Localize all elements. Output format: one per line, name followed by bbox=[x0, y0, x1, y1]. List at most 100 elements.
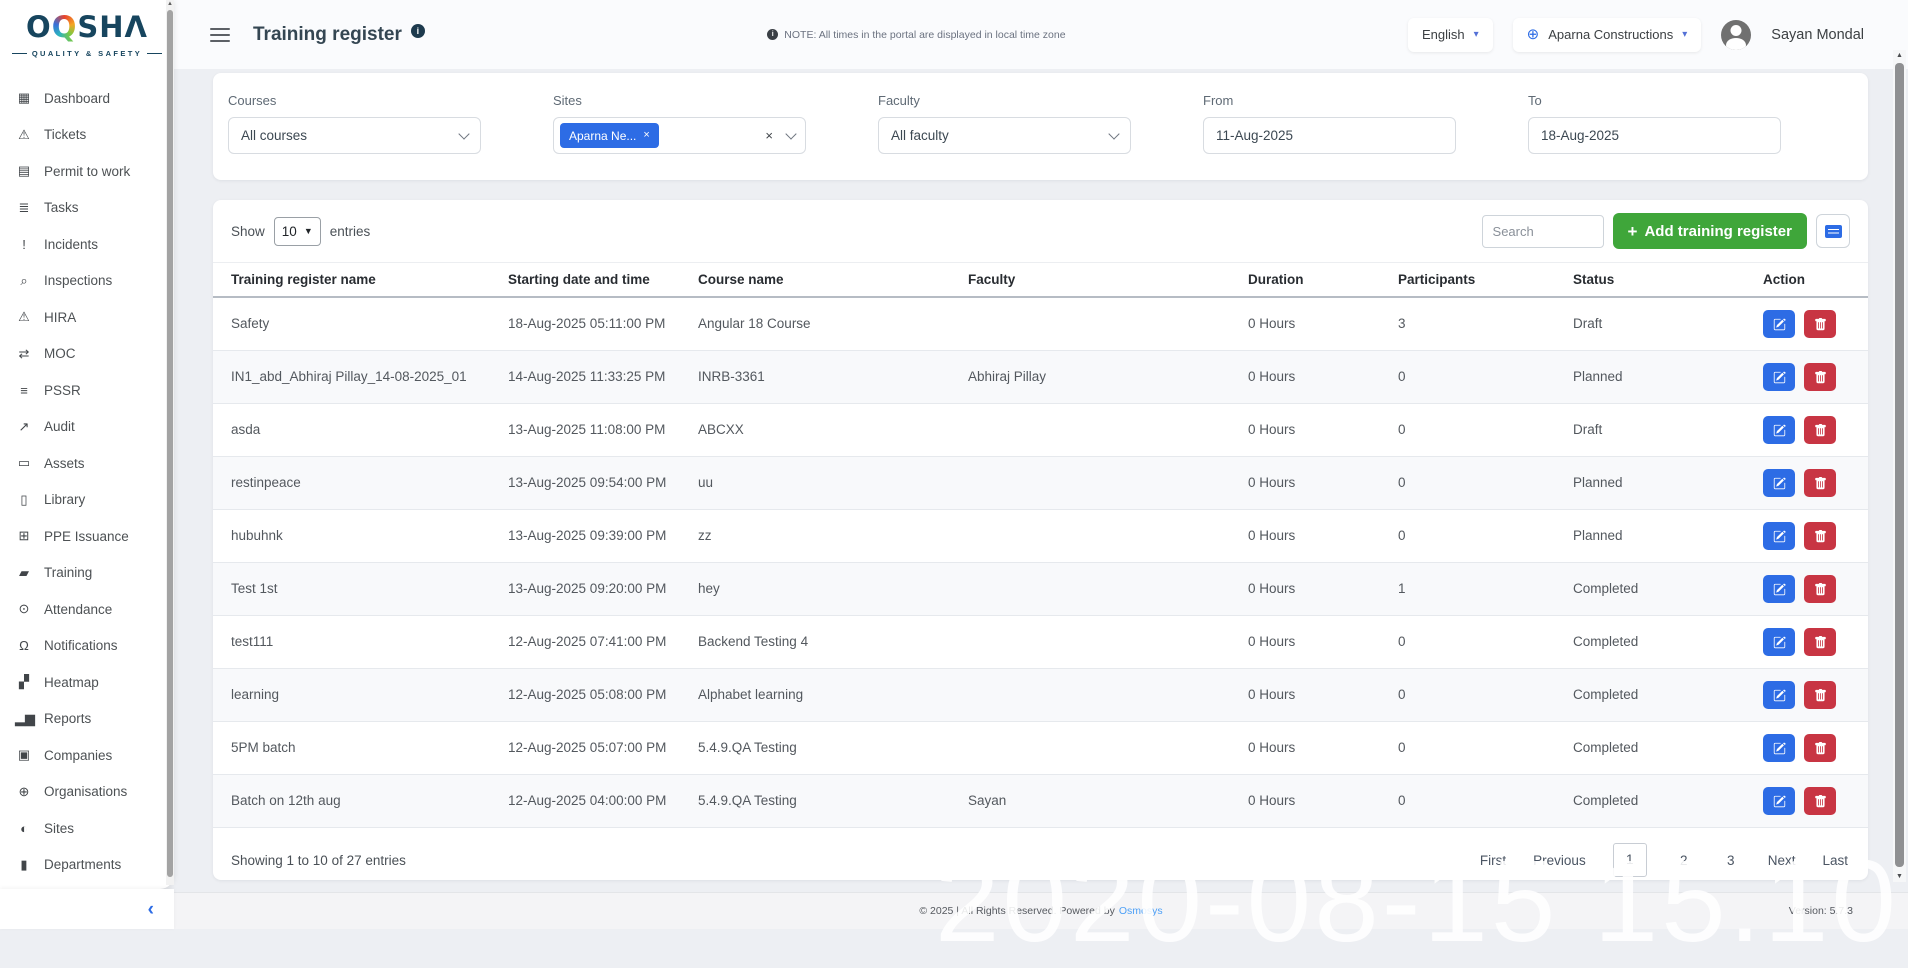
sidebar-item-label: Notifications bbox=[44, 638, 118, 653]
page-number[interactable]: 3 bbox=[1721, 853, 1741, 868]
column-header[interactable]: Faculty bbox=[950, 263, 1230, 296]
page-size-select[interactable]: 10 ▼ bbox=[274, 217, 321, 246]
delete-button[interactable] bbox=[1804, 575, 1836, 603]
scroll-up-icon[interactable]: ▲ bbox=[166, 1, 174, 7]
edit-button[interactable] bbox=[1763, 469, 1795, 497]
chip-remove-icon[interactable]: × bbox=[643, 130, 649, 141]
sidebar-item[interactable]: ▰ Training bbox=[0, 555, 166, 592]
sites-multiselect[interactable]: Aparna Ne... × × bbox=[553, 117, 806, 154]
sidebar-collapse-button[interactable]: ‹ bbox=[148, 900, 154, 919]
entries-label: entries bbox=[330, 224, 371, 239]
sidebar-item-label: Tickets bbox=[44, 127, 86, 142]
delete-button[interactable] bbox=[1804, 363, 1836, 391]
cell-training-register-name: hubuhnk bbox=[213, 519, 490, 553]
sidebar-scrollbar-thumb[interactable] bbox=[167, 10, 173, 877]
menu-icon[interactable] bbox=[210, 28, 230, 42]
add-training-register-button[interactable]: + Add training register bbox=[1613, 213, 1807, 249]
info-icon[interactable]: i bbox=[411, 24, 425, 38]
language-dropdown[interactable]: English ▾ bbox=[1408, 18, 1493, 52]
inspections-icon: ⌕ bbox=[15, 273, 33, 289]
sidebar-item-label: HIRA bbox=[44, 310, 76, 325]
sidebar-item[interactable]: ≣ Tasks bbox=[0, 190, 166, 227]
sidebar-item[interactable]: ▭ Assets bbox=[0, 445, 166, 482]
edit-button[interactable] bbox=[1763, 575, 1795, 603]
user-avatar[interactable] bbox=[1721, 20, 1751, 50]
sidebar-item[interactable]: ▮ Departments bbox=[0, 847, 166, 884]
delete-button[interactable] bbox=[1804, 681, 1836, 709]
pagination-last[interactable]: Last bbox=[1822, 853, 1848, 868]
edit-button[interactable] bbox=[1763, 734, 1795, 762]
sidebar-item[interactable]: ! Incidents bbox=[0, 226, 166, 263]
to-date-input[interactable] bbox=[1528, 117, 1781, 154]
clear-selection-icon[interactable]: × bbox=[765, 129, 773, 142]
brand-name: OQSHΛ bbox=[0, 13, 174, 42]
sidebar-item[interactable]: ▯ Library bbox=[0, 482, 166, 519]
sidebar-item[interactable]: ⚠ HIRA bbox=[0, 299, 166, 336]
sidebar-scrollbar[interactable]: ▲ bbox=[166, 0, 174, 885]
sidebar-item[interactable]: ⌕ Inspections bbox=[0, 263, 166, 300]
sidebar-item[interactable]: ▂▆ Reports bbox=[0, 701, 166, 738]
column-header[interactable]: Action bbox=[1745, 263, 1868, 296]
scroll-down-icon[interactable]: ▼ bbox=[1893, 873, 1906, 880]
pagination-first[interactable]: First bbox=[1480, 853, 1506, 868]
courses-select[interactable]: All courses bbox=[228, 117, 481, 154]
osmosys-link[interactable]: Osmosys bbox=[1119, 905, 1163, 917]
sidebar-item[interactable]: ▞ Heatmap bbox=[0, 664, 166, 701]
edit-button[interactable] bbox=[1763, 310, 1795, 338]
sidebar-item[interactable]: ▦ Dashboard bbox=[0, 80, 166, 117]
sidebar-item[interactable]: ▤ Permit to work bbox=[0, 153, 166, 190]
filter-to: To bbox=[1528, 93, 1781, 180]
faculty-select[interactable]: All faculty bbox=[878, 117, 1131, 154]
pagination-previous[interactable]: Previous bbox=[1533, 853, 1586, 868]
cell-course-name: 5.4.9.QA Testing bbox=[680, 731, 950, 765]
edit-button[interactable] bbox=[1763, 628, 1795, 656]
page-number[interactable]: 2 bbox=[1674, 853, 1694, 868]
page-scrollbar[interactable]: ▲ ▼ bbox=[1893, 50, 1906, 882]
pssr-icon: ≡ bbox=[15, 383, 33, 398]
sidebar-item[interactable]: ⇄ MOC bbox=[0, 336, 166, 373]
cell-action bbox=[1745, 408, 1868, 452]
sidebar-item[interactable]: Ω Notifications bbox=[0, 628, 166, 665]
search-input[interactable] bbox=[1482, 215, 1604, 248]
sidebar-item[interactable]: ▣ Companies bbox=[0, 737, 166, 774]
page-number[interactable]: 1 bbox=[1613, 843, 1647, 877]
companies-icon: ▣ bbox=[15, 747, 33, 763]
edit-button[interactable] bbox=[1763, 522, 1795, 550]
delete-button[interactable] bbox=[1804, 787, 1836, 815]
delete-button[interactable] bbox=[1804, 628, 1836, 656]
cell-starting-date: 12-Aug-2025 05:08:00 PM bbox=[490, 678, 680, 712]
delete-button[interactable] bbox=[1804, 310, 1836, 338]
organisation-dropdown[interactable]: ⊕ Aparna Constructions ▾ bbox=[1513, 18, 1702, 52]
page-title: Training register bbox=[253, 24, 402, 46]
pagination-next[interactable]: Next bbox=[1768, 853, 1796, 868]
sidebar-item[interactable]: ⊕ Organisations bbox=[0, 774, 166, 811]
table-toolbar: Show 10 ▼ entries + Add training registe… bbox=[213, 200, 1868, 262]
page-scrollbar-thumb[interactable] bbox=[1895, 63, 1904, 867]
delete-button[interactable] bbox=[1804, 734, 1836, 762]
sidebar-item[interactable]: ↗ Audit bbox=[0, 409, 166, 446]
sidebar-item[interactable]: ⊞ PPE Issuance bbox=[0, 518, 166, 555]
edit-button[interactable] bbox=[1763, 416, 1795, 444]
cell-duration: 0 Hours bbox=[1230, 307, 1380, 341]
scroll-up-icon[interactable]: ▲ bbox=[1893, 52, 1906, 59]
column-header[interactable]: Starting date and time bbox=[490, 263, 680, 296]
sidebar-item[interactable]: ≡ PSSR bbox=[0, 372, 166, 409]
sidebar-item[interactable]: ⚠ Tickets bbox=[0, 117, 166, 154]
column-header[interactable]: Training register name bbox=[213, 263, 490, 296]
from-date-input[interactable] bbox=[1203, 117, 1456, 154]
column-header[interactable]: Participants bbox=[1380, 263, 1555, 296]
sidebar-item[interactable]: ⊙ Attendance bbox=[0, 591, 166, 628]
cell-action bbox=[1745, 355, 1868, 399]
column-header[interactable]: Duration bbox=[1230, 263, 1380, 296]
column-header[interactable]: Status bbox=[1555, 263, 1745, 296]
delete-button[interactable] bbox=[1804, 416, 1836, 444]
sidebar-item[interactable]: ◐ Sites bbox=[0, 810, 166, 847]
column-header[interactable]: Course name bbox=[680, 263, 950, 296]
delete-button[interactable] bbox=[1804, 469, 1836, 497]
delete-button[interactable] bbox=[1804, 522, 1836, 550]
column-visibility-button[interactable] bbox=[1816, 214, 1850, 248]
edit-button[interactable] bbox=[1763, 787, 1795, 815]
plus-icon: + bbox=[1628, 223, 1638, 240]
edit-button[interactable] bbox=[1763, 681, 1795, 709]
edit-button[interactable] bbox=[1763, 363, 1795, 391]
